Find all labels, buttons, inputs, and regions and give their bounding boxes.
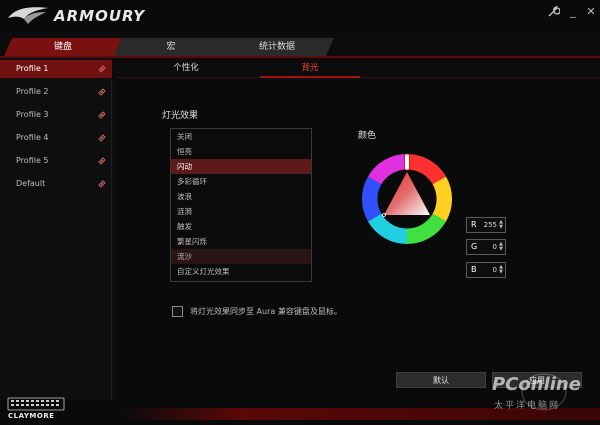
red-value[interactable]: 255 [483, 221, 497, 229]
profile-label: Profile 2 [16, 87, 49, 96]
profile-item[interactable]: Profile 5 [0, 152, 112, 170]
profile-item[interactable]: Profile 3 [0, 106, 112, 124]
tab-keyboard[interactable]: 键盘 [4, 38, 122, 56]
profile-item[interactable]: Profile 4 [0, 129, 112, 147]
effect-item-reactive[interactable]: 触发 [171, 219, 311, 234]
tab-backlight[interactable]: 背光 [260, 59, 360, 77]
green-label: G [471, 242, 478, 251]
close-button[interactable]: ✕ [584, 5, 598, 19]
tab-macro[interactable]: 宏 [114, 38, 228, 56]
main-tabs: 键盘 宏 统计数据 [0, 38, 600, 56]
profile-label: Profile 3 [16, 110, 49, 119]
lighting-effect-heading: 灯光效果 [162, 111, 199, 121]
profile-label: Profile 1 [16, 64, 49, 73]
color-heading: 颜色 [358, 131, 377, 141]
tab-customize[interactable]: 个性化 [136, 59, 236, 77]
rog-logo-icon [8, 7, 48, 24]
hue-selector-handle[interactable] [404, 153, 410, 171]
lighting-effect-list[interactable]: 关闭 恒亮 闪动 多彩循环 波浪 涟漪 触发 繁星闪烁 流沙 自定义灯光效果 [170, 128, 312, 282]
watermark-subtext: 太平洋电脑网 [494, 401, 561, 411]
profile-label: Profile 5 [16, 156, 49, 165]
profile-label: Profile 4 [16, 133, 49, 142]
link-icon[interactable] [98, 134, 106, 142]
blue-label: B [471, 265, 477, 274]
color-wheel[interactable] [360, 152, 454, 246]
aura-sync-label: 将灯光效果同步至 Aura 兼容键盘及鼠标。 [190, 307, 342, 316]
active-subtab-indicator [260, 76, 360, 78]
blue-value[interactable]: 0 [483, 266, 497, 274]
profile-item[interactable]: Default [0, 175, 112, 193]
red-label: R [471, 220, 477, 229]
green-value[interactable]: 0 [483, 243, 497, 251]
sub-tabs: 个性化 背光 [116, 59, 600, 77]
profile-item[interactable]: Profile 1 [0, 60, 112, 78]
link-icon[interactable] [98, 111, 106, 119]
effect-item-color-cycle[interactable]: 多彩循环 [171, 174, 311, 189]
minimize-button[interactable]: _ [566, 5, 580, 19]
red-value-stepper[interactable]: R 255 ▲ ▼ [466, 217, 506, 233]
profile-sidebar: Profile 1 Profile 2 Profile 3 Profile 4 … [0, 58, 112, 400]
spin-arrows-icon[interactable]: ▲ ▼ [499, 220, 503, 230]
tab-statistics[interactable]: 统计数据 [220, 38, 334, 56]
profile-item[interactable]: Profile 2 [0, 83, 112, 101]
default-button[interactable]: 默认 [396, 372, 486, 388]
wrench-icon[interactable] [546, 5, 560, 19]
effect-item-custom[interactable]: 自定义灯光效果 [171, 264, 311, 279]
link-icon[interactable] [98, 65, 106, 73]
effect-item-quicksand[interactable]: 流沙 [171, 249, 311, 264]
green-value-stepper[interactable]: G 0 ▲ ▼ [466, 239, 506, 255]
effect-item-off[interactable]: 关闭 [171, 129, 311, 144]
blue-value-stepper[interactable]: B 0 ▲ ▼ [466, 262, 506, 278]
effect-item-ripple[interactable]: 涟漪 [171, 204, 311, 219]
watermark-text: PConline [492, 374, 581, 395]
aura-sync-checkbox[interactable] [172, 306, 183, 317]
app-title: ARMOURY [54, 7, 146, 25]
saturation-triangle[interactable] [384, 172, 430, 215]
spin-arrows-icon[interactable]: ▲ ▼ [499, 242, 503, 252]
effect-item-static[interactable]: 恒亮 [171, 144, 311, 159]
spin-arrows-icon[interactable]: ▲ ▼ [499, 265, 503, 275]
title-bar: ARMOURY _ ✕ [0, 0, 600, 32]
effect-item-wave[interactable]: 波浪 [171, 189, 311, 204]
effect-item-starry[interactable]: 繁星闪烁 [171, 234, 311, 249]
link-icon[interactable] [98, 157, 106, 165]
brand-name: CLAYMORE [8, 412, 55, 420]
link-icon[interactable] [98, 180, 106, 188]
profile-label: Default [16, 179, 46, 188]
effect-item-flash[interactable]: 闪动 [171, 159, 311, 174]
link-icon[interactable] [98, 88, 106, 96]
